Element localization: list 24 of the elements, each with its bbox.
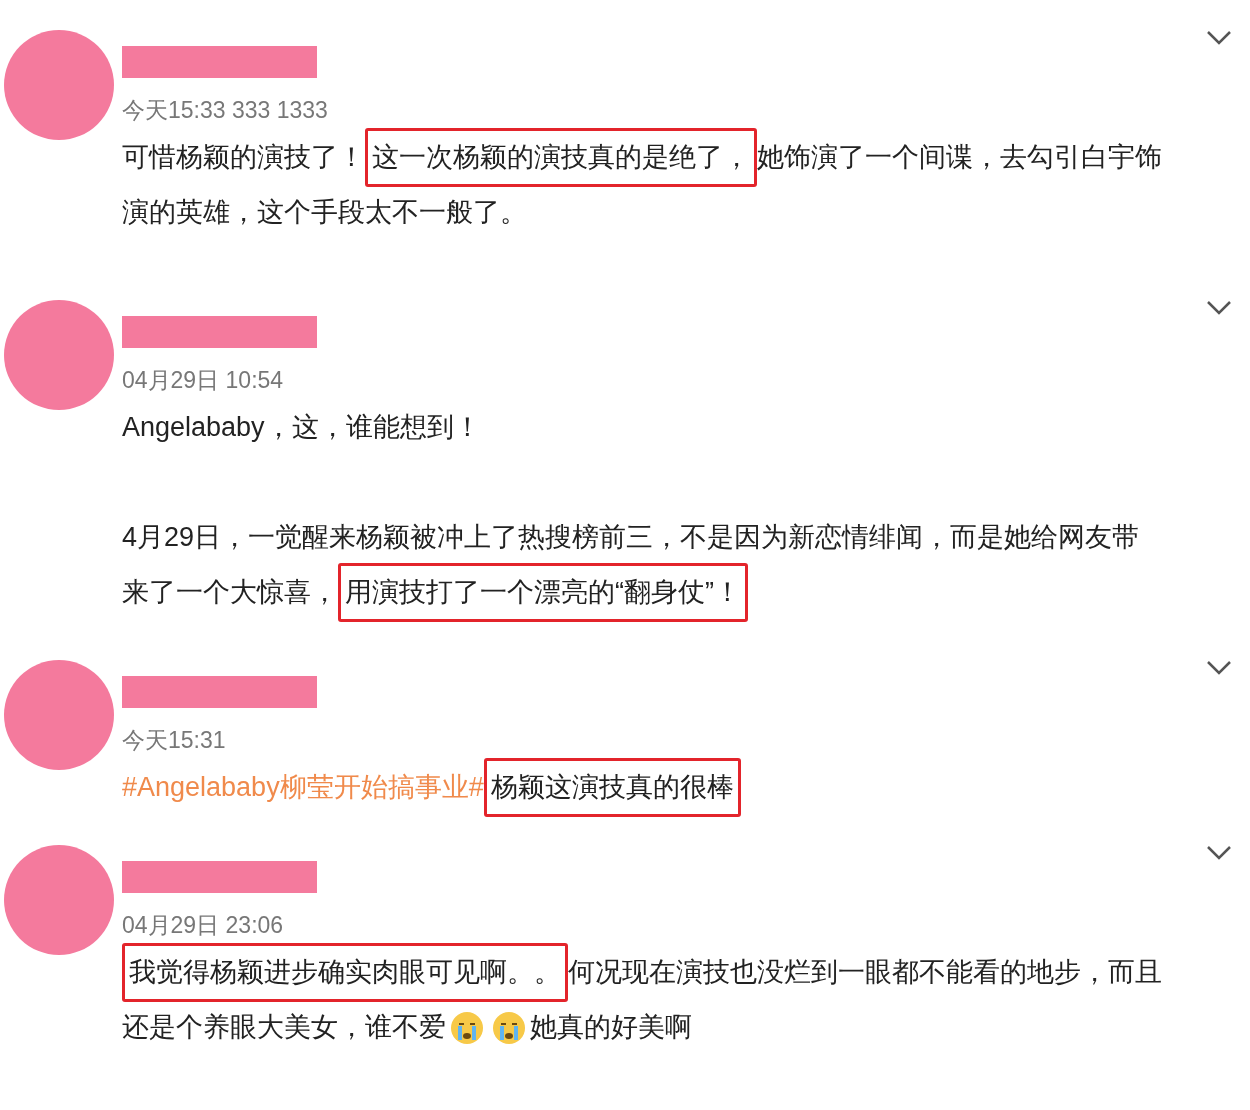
chevron-down-icon[interactable] <box>1206 300 1232 316</box>
crying-face-icon <box>450 1010 484 1045</box>
chevron-down-icon[interactable] <box>1206 30 1232 46</box>
comment-time: 04月29日 10:54 <box>122 366 284 395</box>
comment-text: 她饰演了一个间谍，去勾引白宇饰 <box>757 141 1162 175</box>
comment-text: 她真的好美啊 <box>530 1011 692 1045</box>
comment-text: 来了一个大惊喜， <box>122 576 338 610</box>
highlighted-text: 用演技打了一个漂亮的“翻身仗”！ <box>338 563 748 622</box>
highlighted-text: 这一次杨颖的演技真的是绝了， <box>365 128 757 187</box>
highlighted-text: 杨颖这演技真的很棒 <box>483 758 741 817</box>
highlighted-text: 我觉得杨颖进步确实肉眼可见啊。。 <box>122 943 568 1002</box>
comment-text: 4月29日，一觉醒来杨颖被冲上了热搜榜前三，不是因为新恋情绯闻，而是她给网友带 <box>122 521 1140 555</box>
hashtag-link[interactable]: #Angelababy柳莹开始搞事业# <box>122 767 484 808</box>
comment-text: 演的英雄，这个手段太不一般了。 <box>122 196 527 230</box>
comment-text: 何况现在演技也没烂到一眼都不能看的地步，而且 <box>568 956 1162 990</box>
comment-time: 今天15:33 333 1333 <box>122 96 328 125</box>
chevron-down-icon[interactable] <box>1206 845 1232 861</box>
comment-time: 04月29日 23:06 <box>122 911 284 940</box>
comment-time: 今天15:31 <box>122 726 226 755</box>
crying-face-icon <box>492 1010 526 1045</box>
comment-text: 还是个养眼大美女，谁不爱 <box>122 1011 446 1045</box>
chevron-down-icon[interactable] <box>1206 660 1232 676</box>
comment-text: 可惜杨颖的演技了！ <box>122 141 365 175</box>
comment-text: Angelababy，这，谁能想到！ <box>122 411 481 445</box>
